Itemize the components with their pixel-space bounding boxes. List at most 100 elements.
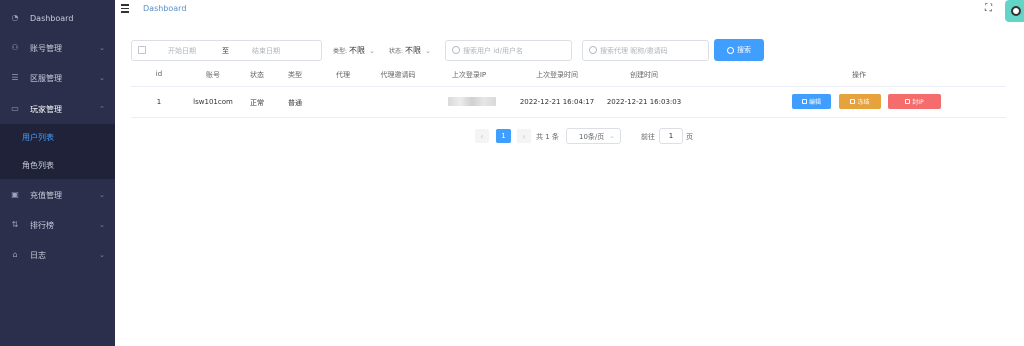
goto-page-input[interactable] bbox=[659, 128, 683, 144]
search-button-label: 搜索 bbox=[737, 46, 751, 54]
column-header-last-login-ip: 上次登录IP bbox=[451, 71, 487, 79]
type-select-value: 不限 bbox=[349, 46, 366, 55]
date-start-placeholder: 开始日期 bbox=[168, 47, 196, 55]
search-icon bbox=[589, 46, 597, 54]
sidebar-item-label: 区服管理 bbox=[30, 73, 62, 83]
type-select[interactable]: 类型: 不限 ⌄ bbox=[333, 45, 375, 56]
status-select-label: 状态: bbox=[389, 48, 404, 55]
wallet-icon: ▣ bbox=[11, 190, 19, 199]
date-end-placeholder: 结束日期 bbox=[252, 47, 280, 55]
edit-button[interactable]: 编辑 bbox=[792, 94, 831, 109]
cell-created-time: 2022-12-21 16:03:03 bbox=[606, 98, 682, 106]
breadcrumb[interactable]: Dashboard bbox=[143, 4, 186, 13]
ranking-icon: ⇅ bbox=[11, 220, 19, 229]
cell-id: 1 bbox=[156, 98, 162, 106]
sidebar-item-logs[interactable]: ⌂ 日志 ⌄ bbox=[0, 240, 115, 270]
hamburger-icon[interactable] bbox=[121, 4, 131, 13]
type-select-label: 类型: bbox=[333, 48, 348, 55]
chevron-right-icon: › bbox=[522, 131, 526, 141]
sidebar-subitem-role-list[interactable]: 角色列表 bbox=[0, 152, 115, 179]
chevron-down-icon: ⌄ bbox=[369, 47, 375, 55]
column-header-last-login-time: 上次登录时间 bbox=[536, 71, 578, 79]
search-user-box bbox=[445, 40, 572, 61]
search-icon bbox=[452, 46, 460, 54]
goto-label: 前往 bbox=[641, 133, 655, 141]
search-icon bbox=[727, 46, 734, 54]
status-select-value: 不限 bbox=[405, 46, 422, 55]
cell-last-login-ip-redacted bbox=[448, 97, 496, 106]
page-size-value: 10条/页 bbox=[579, 133, 605, 141]
edit-icon bbox=[801, 99, 807, 104]
column-header-agent-code: 代理邀请码 bbox=[380, 71, 416, 79]
chevron-down-icon: ⌄ bbox=[99, 191, 105, 199]
chevron-up-icon: ⌃ bbox=[99, 105, 105, 113]
table-divider bbox=[131, 86, 1006, 87]
sidebar-item-recharge[interactable]: ▣ 充值管理 ⌄ bbox=[0, 180, 115, 210]
chevron-down-icon: ⌄ bbox=[425, 47, 431, 55]
column-header-id: id bbox=[155, 70, 163, 78]
fullscreen-icon[interactable]: ⛶ bbox=[985, 4, 995, 14]
date-range-picker[interactable]: 开始日期 至 结束日期 bbox=[131, 40, 322, 61]
chevron-down-icon: ⌄ bbox=[609, 132, 615, 140]
page-size-select[interactable]: 10条/页 ⌄ bbox=[566, 128, 621, 144]
next-page-button[interactable]: › bbox=[517, 129, 531, 143]
search-user-input[interactable] bbox=[463, 44, 563, 58]
freeze-button[interactable]: 冻结 bbox=[839, 94, 881, 109]
calendar-icon bbox=[138, 46, 146, 54]
dashboard-icon: ◔ bbox=[11, 13, 19, 22]
sidebar-item-dashboard[interactable]: ◔ Dashboard bbox=[0, 3, 115, 33]
sidebar-subitem-label: 用户列表 bbox=[22, 133, 54, 142]
sidebar-item-accounts[interactable]: ⚇ 账号管理 ⌄ bbox=[0, 33, 115, 63]
sidebar-item-label: Dashboard bbox=[30, 13, 74, 23]
cell-status: 正常 bbox=[250, 99, 264, 107]
edit-button-label: 编辑 bbox=[808, 99, 821, 106]
column-header-account: 账号 bbox=[206, 71, 220, 79]
sidebar-item-label: 充值管理 bbox=[30, 190, 62, 200]
table-divider bbox=[131, 117, 1006, 118]
status-select[interactable]: 状态: 不限 ⌄ bbox=[389, 45, 431, 56]
chevron-left-icon: ‹ bbox=[480, 131, 484, 141]
page-number-label: 1 bbox=[501, 132, 506, 140]
sidebar-item-label: 账号管理 bbox=[30, 43, 62, 53]
chevron-down-icon: ⌄ bbox=[99, 251, 105, 259]
link-icon bbox=[905, 99, 911, 104]
sidebar: ◔ Dashboard ⚇ 账号管理 ⌄ ☰ 区服管理 ⌄ ▭ 玩家管理 ⌃ 用… bbox=[0, 0, 115, 346]
cell-last-login-time: 2022-12-21 16:04:17 bbox=[519, 98, 595, 106]
column-header-agent: 代理 bbox=[336, 71, 350, 79]
sidebar-item-ranking[interactable]: ⇅ 排行榜 ⌄ bbox=[0, 210, 115, 240]
cell-account: lsw101com bbox=[193, 98, 233, 106]
app-root: ◔ Dashboard ⚇ 账号管理 ⌄ ☰ 区服管理 ⌄ ▭ 玩家管理 ⌃ 用… bbox=[0, 0, 1024, 346]
sidebar-item-players[interactable]: ▭ 玩家管理 ⌃ bbox=[0, 94, 115, 124]
ban-ip-button[interactable]: 封IP bbox=[888, 94, 941, 109]
sidebar-item-label: 排行榜 bbox=[30, 220, 54, 230]
prev-page-button[interactable]: ‹ bbox=[475, 129, 489, 143]
page-number-current[interactable]: 1 bbox=[496, 129, 511, 143]
page-suffix-label: 页 bbox=[686, 133, 693, 141]
search-agent-input[interactable] bbox=[600, 44, 700, 58]
column-header-created-time: 创建时间 bbox=[630, 71, 658, 79]
pagination-total: 共 1 条 bbox=[536, 133, 559, 141]
search-agent-box bbox=[582, 40, 709, 61]
column-header-status: 状态 bbox=[250, 71, 264, 79]
cell-type: 普通 bbox=[288, 99, 302, 107]
search-button[interactable]: 搜索 bbox=[714, 39, 764, 61]
date-separator: 至 bbox=[222, 47, 229, 55]
server-icon: ☰ bbox=[11, 73, 19, 82]
chevron-down-icon: ⌄ bbox=[99, 74, 105, 82]
ban-ip-button-label: 封IP bbox=[912, 99, 924, 106]
log-icon: ⌂ bbox=[12, 250, 18, 259]
chevron-down-icon: ⌄ bbox=[99, 44, 105, 52]
gamepad-icon: ▭ bbox=[11, 104, 19, 113]
sidebar-item-servers[interactable]: ☰ 区服管理 ⌄ bbox=[0, 63, 115, 93]
sidebar-item-label: 日志 bbox=[30, 250, 46, 260]
top-header: Dashboard ⛶ bbox=[115, 0, 1024, 22]
lock-icon bbox=[850, 99, 856, 104]
users-icon: ⚇ bbox=[11, 43, 19, 52]
avatar[interactable] bbox=[1005, 0, 1024, 22]
chevron-down-icon: ⌄ bbox=[99, 221, 105, 229]
sidebar-subitem-user-list[interactable]: 用户列表 bbox=[0, 124, 115, 151]
freeze-button-label: 冻结 bbox=[857, 99, 870, 106]
sidebar-item-label: 玩家管理 bbox=[30, 104, 62, 114]
players-submenu: 用户列表 角色列表 bbox=[0, 124, 115, 179]
column-header-type: 类型 bbox=[288, 71, 302, 79]
